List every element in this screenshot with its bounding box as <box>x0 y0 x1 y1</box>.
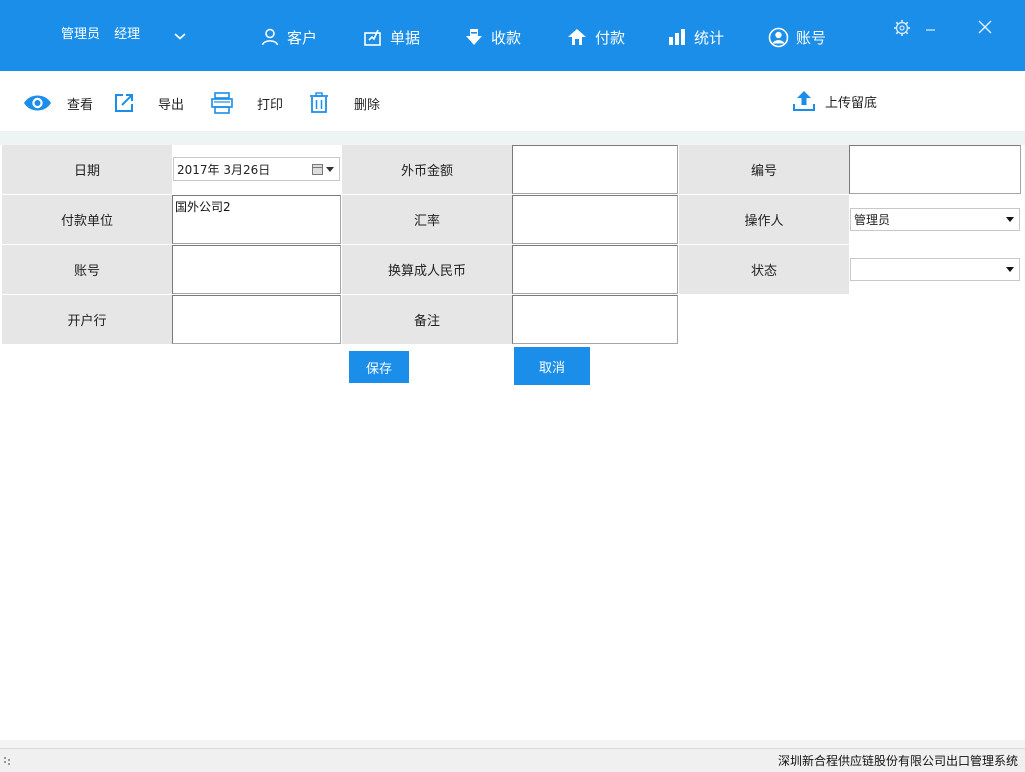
calendar-icon <box>312 164 323 175</box>
upload-label: 上传留底 <box>825 95 878 111</box>
nav-receipts[interactable]: 收款 <box>464 26 521 48</box>
bank-field[interactable] <box>172 295 341 344</box>
foreign-amount-label: 外币金额 <box>342 145 512 194</box>
nav-statistics[interactable]: 统计 <box>667 26 724 48</box>
content-bottom <box>0 740 1025 748</box>
user-info[interactable]: 管理员 经理 <box>61 23 150 42</box>
number-field[interactable] <box>849 145 1021 194</box>
resize-grip-icon[interactable] <box>4 756 12 766</box>
rmb-label: 换算成人民币 <box>342 245 512 294</box>
gear-icon[interactable] <box>891 17 913 39</box>
nav-documents[interactable]: 单据 <box>363 26 420 48</box>
account-label: 账号 <box>2 245 172 294</box>
printer-icon <box>211 92 233 114</box>
rate-label: 汇率 <box>342 195 512 244</box>
eye-icon <box>24 95 51 111</box>
print-label: 打印 <box>257 97 284 113</box>
save-button[interactable]: 保存 <box>349 351 409 383</box>
user-icon <box>261 28 279 46</box>
nav-label: 客户 <box>287 28 318 47</box>
chevron-down-icon <box>1006 267 1014 272</box>
toolbar-divider <box>0 131 1025 145</box>
nav-label: 统计 <box>694 28 725 47</box>
operator-value: 管理员 <box>854 213 891 227</box>
account-field[interactable] <box>172 245 341 294</box>
remark-label: 备注 <box>342 295 512 344</box>
company-name: 深圳新合程供应链股份有限公司出口管理系统 <box>777 754 1018 768</box>
status-bar: 深圳新合程供应链股份有限公司出口管理系统 <box>0 748 1025 772</box>
upload-archive-button[interactable]: 上传留底 <box>792 88 877 114</box>
nav-payments[interactable]: 付款 <box>566 26 625 48</box>
chevron-down-icon[interactable] <box>172 28 188 44</box>
user-name: 管理员 <box>61 27 101 42</box>
rmb-field[interactable] <box>512 245 678 294</box>
close-icon[interactable] <box>974 17 996 39</box>
account-icon <box>768 27 789 47</box>
operator-select[interactable]: 管理员 <box>850 208 1020 231</box>
date-value: 2017年 3月26日 <box>177 162 271 177</box>
export-icon <box>115 94 133 112</box>
payee-label: 付款单位 <box>2 195 172 244</box>
user-role: 经理 <box>114 27 141 42</box>
chevron-down-icon[interactable] <box>326 167 334 172</box>
print-button[interactable]: 打印 <box>210 90 283 116</box>
nav-label: 单据 <box>390 28 421 47</box>
bar-chart-icon <box>669 29 685 45</box>
nav-label: 账号 <box>796 28 827 47</box>
nav-label: 收款 <box>491 28 522 47</box>
status-label: 状态 <box>679 245 849 294</box>
top-bar: 管理员 经理 客户 单据 收款 付款 统计 账号 <box>0 0 1025 71</box>
cancel-button[interactable]: 取消 <box>514 347 590 385</box>
view-button[interactable]: 查看 <box>22 90 93 116</box>
nav-account[interactable]: 账号 <box>768 26 826 48</box>
export-label: 导出 <box>158 97 185 113</box>
delete-button[interactable]: 删除 <box>309 90 380 116</box>
export-button[interactable]: 导出 <box>113 90 184 116</box>
bank-label: 开户行 <box>2 295 172 344</box>
minimize-icon[interactable] <box>920 17 942 39</box>
trash-icon <box>310 92 328 113</box>
upload-home-icon <box>568 29 586 45</box>
number-label: 编号 <box>679 145 849 194</box>
view-label: 查看 <box>67 97 94 113</box>
date-picker[interactable]: 2017年 3月26日 <box>173 157 340 181</box>
chevron-down-icon <box>1006 217 1014 222</box>
operator-label: 操作人 <box>679 195 849 244</box>
status-select[interactable] <box>850 258 1020 281</box>
payee-field[interactable]: 国外公司2 <box>172 195 341 244</box>
upload-icon <box>793 91 815 111</box>
rate-field[interactable] <box>512 195 678 244</box>
date-label: 日期 <box>2 145 172 194</box>
foreign-amount-field[interactable] <box>512 145 678 194</box>
download-icon <box>466 29 482 45</box>
delete-label: 删除 <box>354 97 381 113</box>
remark-field[interactable] <box>512 295 678 344</box>
nav-customer[interactable]: 客户 <box>260 26 317 48</box>
nav-label: 付款 <box>595 28 626 47</box>
toolbar: 查看 导出 打印 删除 上传留底 <box>0 71 1025 131</box>
document-icon <box>364 29 381 46</box>
